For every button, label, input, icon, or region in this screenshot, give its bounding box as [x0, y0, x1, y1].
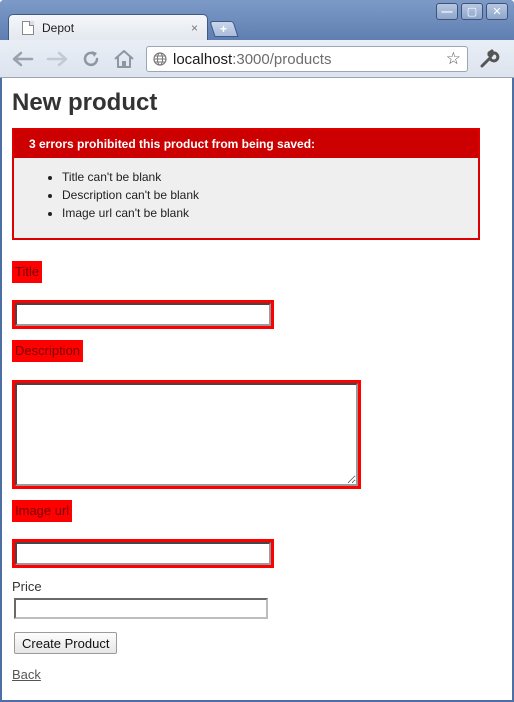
- reload-icon[interactable]: [78, 47, 104, 71]
- back-arrow-icon[interactable]: [10, 47, 36, 71]
- home-icon[interactable]: [111, 47, 137, 71]
- title-field-wrapper: [12, 300, 274, 329]
- description-field[interactable]: [15, 383, 358, 486]
- url-host: localhost: [173, 50, 233, 68]
- minimize-button[interactable]: —: [436, 3, 458, 20]
- error-item: Description can't be blank: [62, 186, 478, 204]
- description-label: Description: [12, 340, 84, 362]
- error-item: Title can't be blank: [62, 168, 478, 186]
- page-icon: [22, 21, 34, 35]
- browser-window: Depot × + — ▢ ✕ localhost:3000/products …: [0, 0, 514, 702]
- maximize-button[interactable]: ▢: [461, 3, 483, 20]
- url-path: :3000/products: [232, 50, 332, 68]
- price-field[interactable]: [14, 598, 268, 619]
- address-bar[interactable]: localhost:3000/products ☆: [146, 46, 468, 72]
- wrench-icon[interactable]: [478, 49, 500, 69]
- error-list: Title can't be blank Description can't b…: [14, 158, 478, 222]
- image-url-label: Image url: [12, 500, 73, 522]
- page-content: New product 3 errors prohibited this pro…: [2, 78, 512, 700]
- tab-close-icon[interactable]: ×: [191, 21, 198, 35]
- close-window-button[interactable]: ✕: [486, 3, 508, 20]
- title-field[interactable]: [15, 303, 271, 326]
- error-explanation: 3 errors prohibited this product from be…: [12, 128, 480, 240]
- bookmark-star-icon[interactable]: ☆: [446, 49, 461, 69]
- window-controls: — ▢ ✕: [436, 3, 508, 20]
- create-product-button[interactable]: Create Product: [14, 632, 118, 654]
- back-link[interactable]: Back: [12, 667, 41, 682]
- forward-arrow-icon[interactable]: [44, 47, 70, 71]
- image-url-field[interactable]: [15, 542, 271, 565]
- new-tab-button[interactable]: +: [209, 21, 239, 37]
- page-title: New product: [12, 89, 158, 116]
- image-url-field-wrapper: [12, 539, 274, 568]
- error-item: Image url can't be blank: [62, 204, 478, 222]
- price-label: Price: [12, 579, 42, 594]
- browser-toolbar: localhost:3000/products ☆: [0, 40, 514, 78]
- error-header: 3 errors prohibited this product from be…: [14, 130, 478, 158]
- globe-icon: [153, 52, 167, 66]
- url-text: localhost:3000/products: [173, 51, 446, 68]
- browser-tab[interactable]: Depot ×: [8, 14, 208, 41]
- tab-title: Depot: [42, 21, 75, 35]
- title-bar: Depot × + — ▢ ✕: [0, 0, 514, 41]
- description-field-wrapper: [12, 380, 361, 489]
- title-label: Title: [12, 261, 43, 283]
- plus-icon: +: [220, 22, 228, 36]
